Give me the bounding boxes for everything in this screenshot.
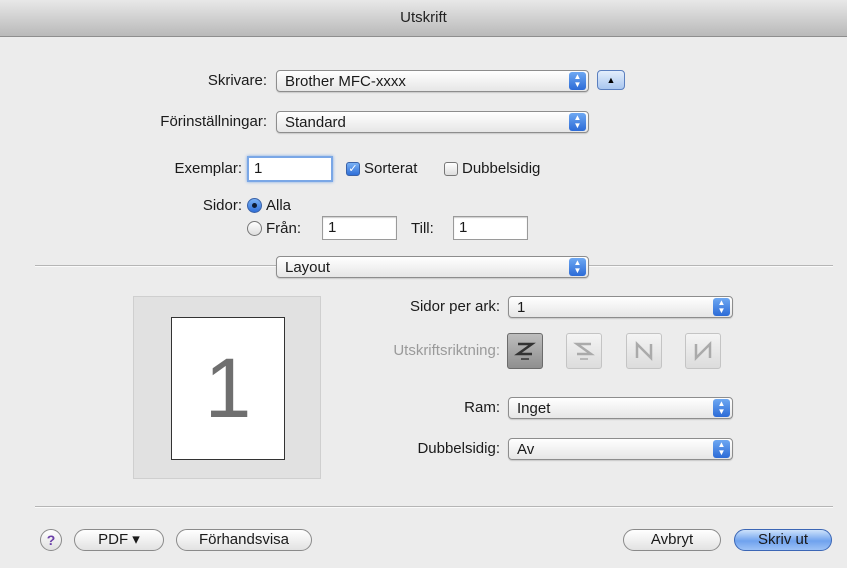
pages-to-field[interactable]: 1 [453,216,528,240]
pdf-menu-button[interactable]: PDF ▾ [74,529,164,551]
pages-from-field[interactable]: 1 [322,216,397,240]
print-button[interactable]: Skriv ut [734,529,832,551]
direction-z-icon [514,342,536,360]
copies-value: 1 [254,160,263,177]
popup-arrows-icon: ▲ ▼ [569,258,586,276]
pages-per-sheet-popup[interactable]: 1 ▲ ▼ [508,296,733,318]
duplex-label[interactable]: Dubbelsidig [462,160,540,177]
two-sided-popup[interactable]: Av ▲ ▼ [508,438,733,460]
popup-arrows-icon: ▲ ▼ [569,72,586,90]
presets-value: Standard [285,114,346,131]
pages-label: Sidor: [202,197,242,214]
collated-label[interactable]: Sorterat [364,160,417,177]
popup-arrows-icon: ▲ ▼ [713,440,730,458]
page-preview: 1 [133,296,321,479]
two-sided-label: Dubbelsidig: [417,440,500,457]
printer-popup[interactable]: Brother MFC-xxxx ▲ ▼ [276,70,589,92]
presets-label: Förinställningar: [160,113,267,130]
direction-reverse-z-button[interactable] [566,333,602,369]
layout-direction-label: Utskriftsriktning: [393,342,500,359]
pages-to-value: 1 [459,219,468,236]
pages-per-sheet-value: 1 [517,299,526,316]
popup-arrows-icon: ▲ ▼ [569,113,586,131]
printer-value: Brother MFC-xxxx [285,73,406,90]
popup-arrows-icon: ▲ ▼ [713,399,730,417]
border-value: Inget [517,400,551,417]
two-sided-value: Av [517,441,535,458]
border-label: Ram: [464,399,500,416]
direction-n-icon [635,340,653,362]
printer-label: Skrivare: [207,72,267,89]
direction-reverse-n-icon [694,340,712,362]
section-value: Layout [285,259,331,276]
pages-all-label[interactable]: Alla [266,197,291,214]
popup-arrows-icon: ▲ ▼ [713,298,730,316]
footer-divider [35,506,833,508]
collated-checkbox[interactable]: ✓ [346,162,360,176]
direction-z-button[interactable] [507,333,543,369]
pages-from-label[interactable]: Från: [266,220,301,237]
help-button[interactable]: ? [40,529,62,551]
preview-page: 1 [171,317,285,460]
pages-per-sheet-label: Sidor per ark: [409,298,500,315]
direction-n-button[interactable] [626,333,662,369]
pages-from-value: 1 [328,219,337,236]
preview-button[interactable]: Förhandsvisa [176,529,312,551]
duplex-checkbox[interactable] [444,162,458,176]
section-popup[interactable]: Layout ▲ ▼ [276,256,589,278]
window-title: Utskrift [0,0,847,37]
pages-range-radio[interactable] [247,221,262,236]
border-popup[interactable]: Inget ▲ ▼ [508,397,733,419]
pages-all-radio[interactable] [247,198,262,213]
pages-to-label: Till: [411,220,434,237]
copies-label: Exemplar: [174,160,242,177]
cancel-button[interactable]: Avbryt [623,529,721,551]
collapse-details-button[interactable]: ▲ [597,70,625,90]
direction-reverse-z-icon [573,342,595,360]
copies-field[interactable]: 1 [247,156,333,182]
direction-reverse-n-button[interactable] [685,333,721,369]
presets-popup[interactable]: Standard ▲ ▼ [276,111,589,133]
